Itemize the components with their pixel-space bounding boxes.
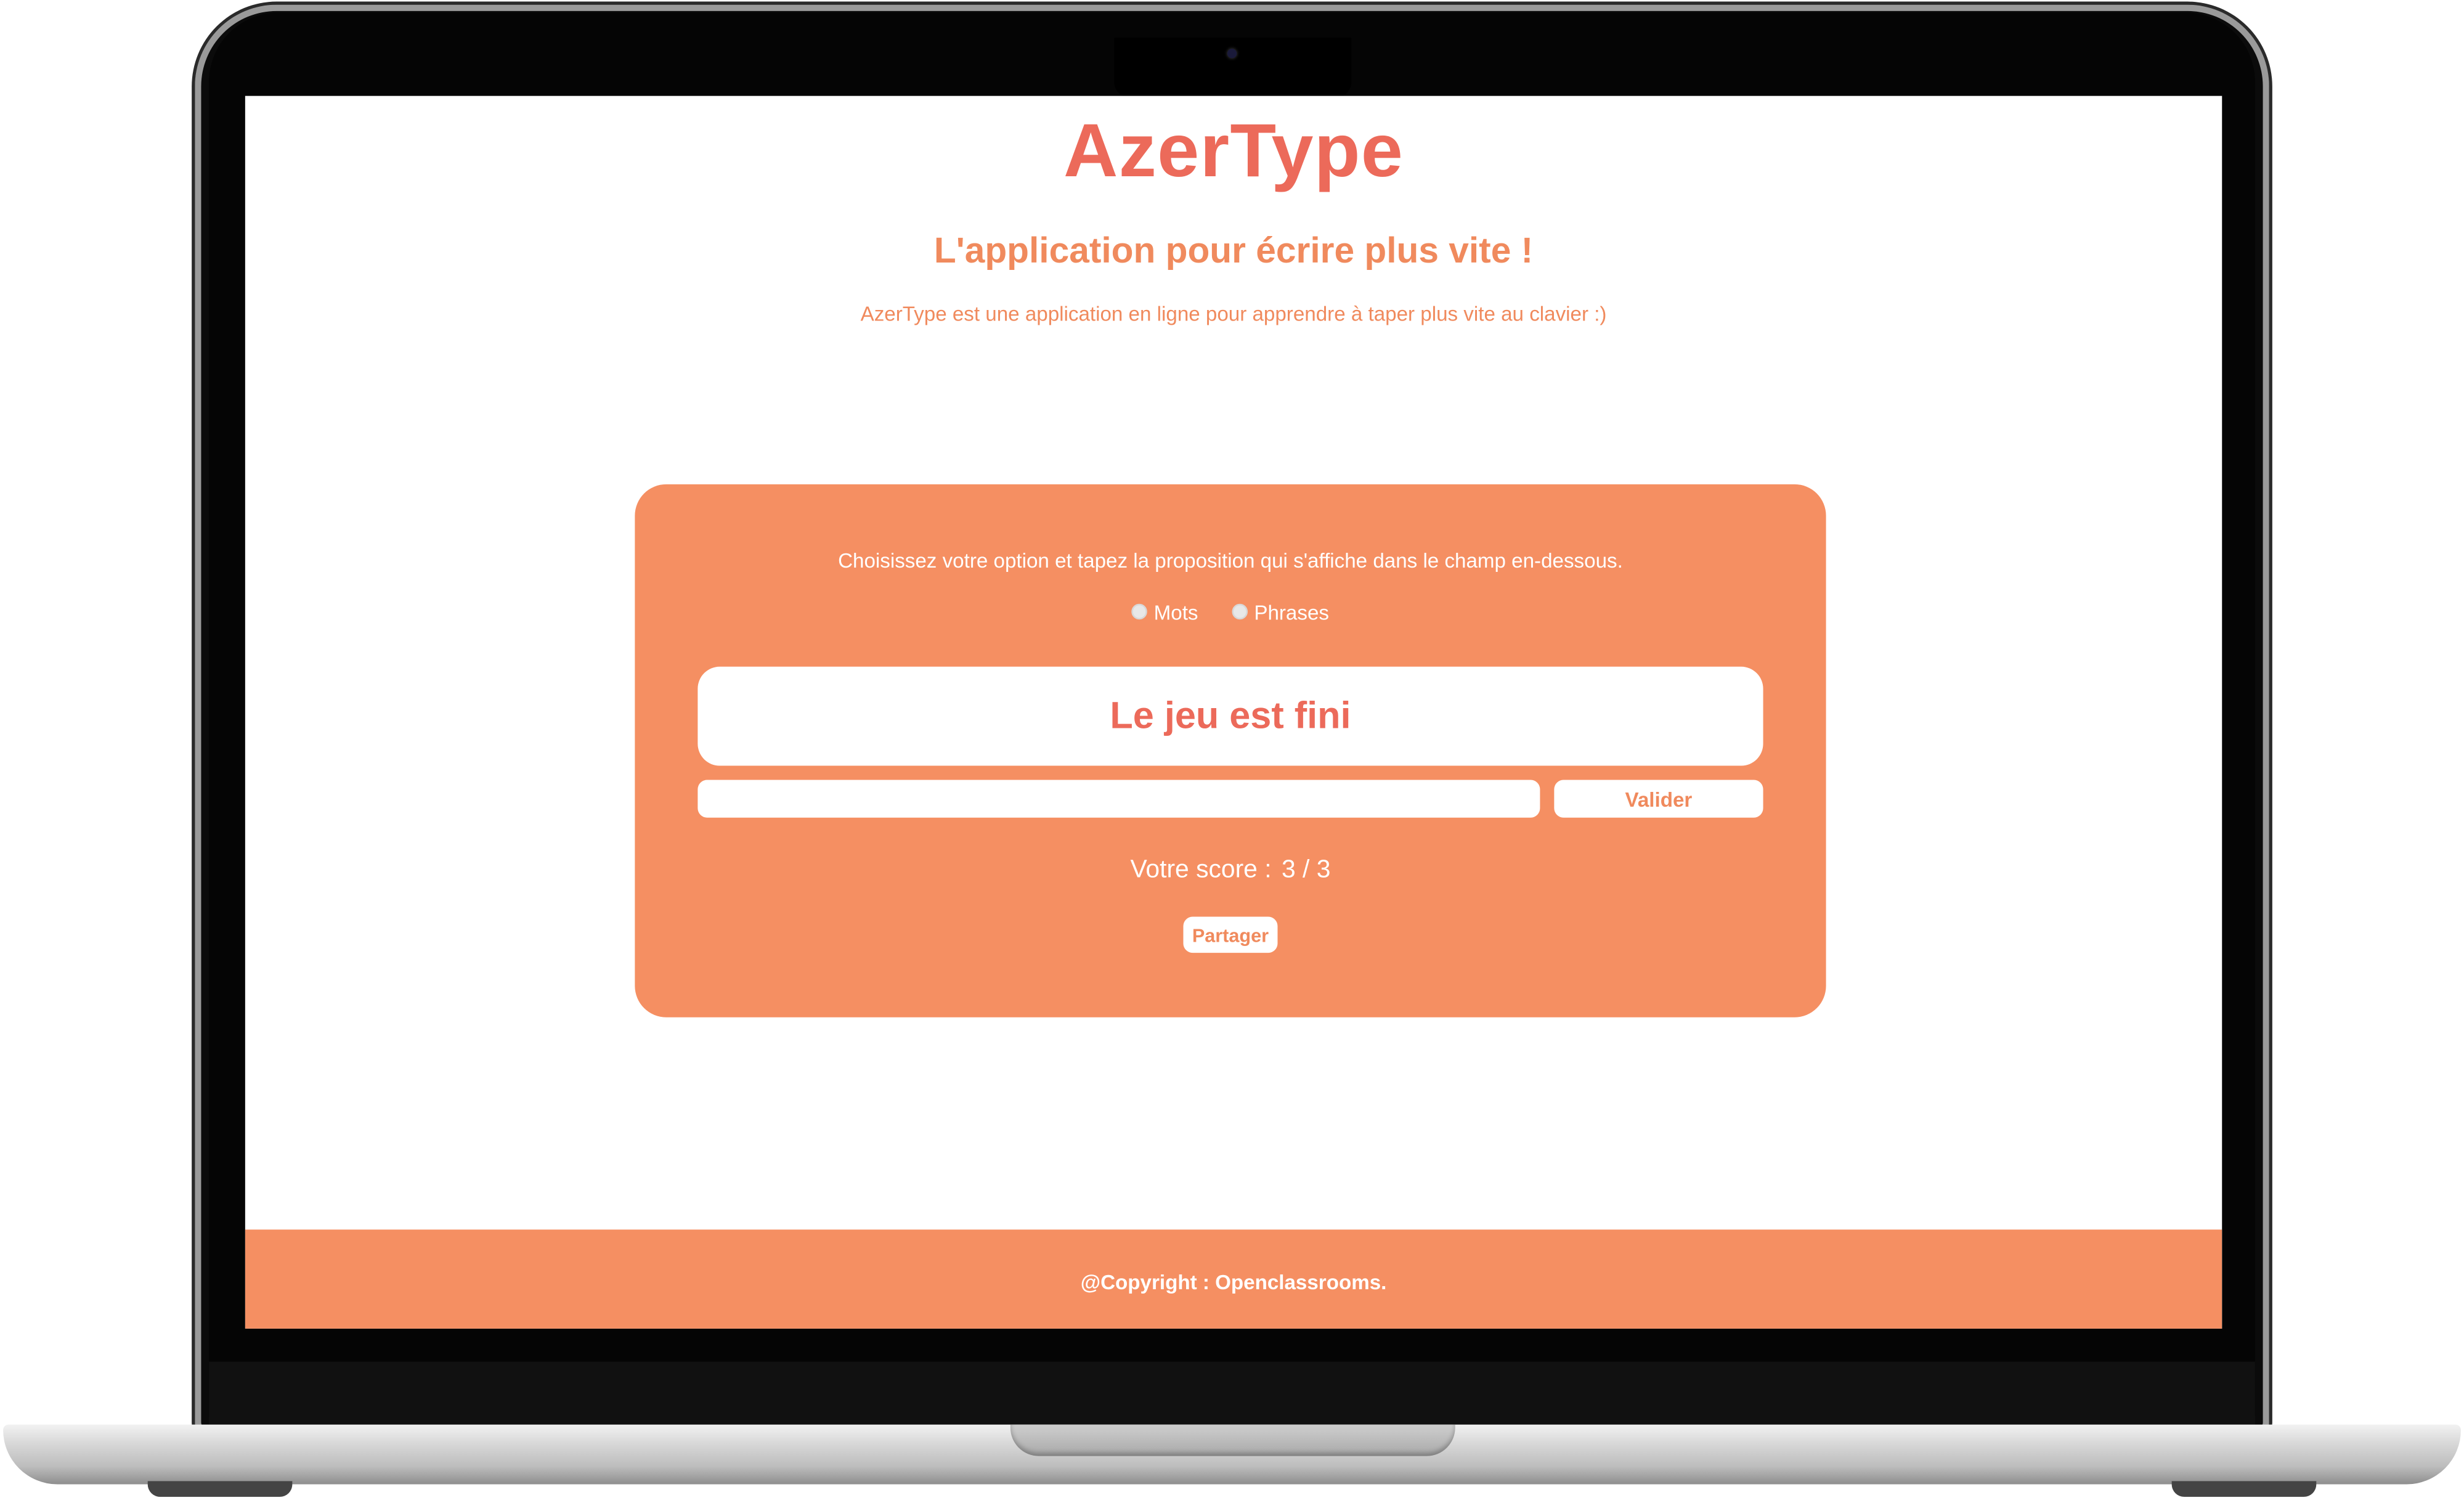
copyright-text: @Copyright : Openclassrooms. [1080, 1270, 1387, 1294]
game-panel: Choisissez votre option et tapez la prop… [635, 484, 1826, 1017]
page-footer: @Copyright : Openclassrooms. [245, 1229, 2222, 1329]
option-mots[interactable]: Mots [1131, 600, 1198, 624]
laptop-foot-right [2171, 1481, 2317, 1497]
option-mots-label: Mots [1153, 600, 1198, 624]
page-subtitle: L'application pour écrire plus vite ! [933, 229, 1534, 271]
laptop-thumb-notch [1010, 1424, 1455, 1456]
page-title: AzerType [1063, 110, 1404, 194]
typing-input[interactable] [697, 780, 1540, 818]
score-value: 3 / 3 [1282, 857, 1331, 884]
camera-notch [1114, 38, 1352, 98]
validate-button[interactable]: Valider [1554, 780, 1763, 818]
proposal-display: Le jeu est fini [697, 666, 1763, 766]
laptop-foot-left [147, 1481, 293, 1497]
share-button[interactable]: Partager [1183, 916, 1278, 953]
option-phrases[interactable]: Phrases [1232, 601, 1329, 624]
laptop-chin [209, 1361, 2255, 1431]
option-group: Mots Phrases [635, 601, 1826, 624]
score-label: Votre score : [1130, 857, 1272, 884]
instructions-text: Choisissez votre option et tapez la prop… [838, 548, 1623, 573]
option-phrases-label: Phrases [1254, 600, 1330, 624]
score-display: Votre score : 3 / 3 [635, 857, 1826, 886]
radio-phrases[interactable] [1232, 603, 1248, 620]
laptop-mockup: AzerType L'application pour écrire plus … [0, 0, 2464, 1500]
page-description: AzerType est une application en ligne po… [860, 301, 1607, 326]
camera-icon [1227, 49, 1237, 59]
browser-viewport: AzerType L'application pour écrire plus … [245, 96, 2222, 1329]
radio-mots[interactable] [1131, 603, 1148, 620]
